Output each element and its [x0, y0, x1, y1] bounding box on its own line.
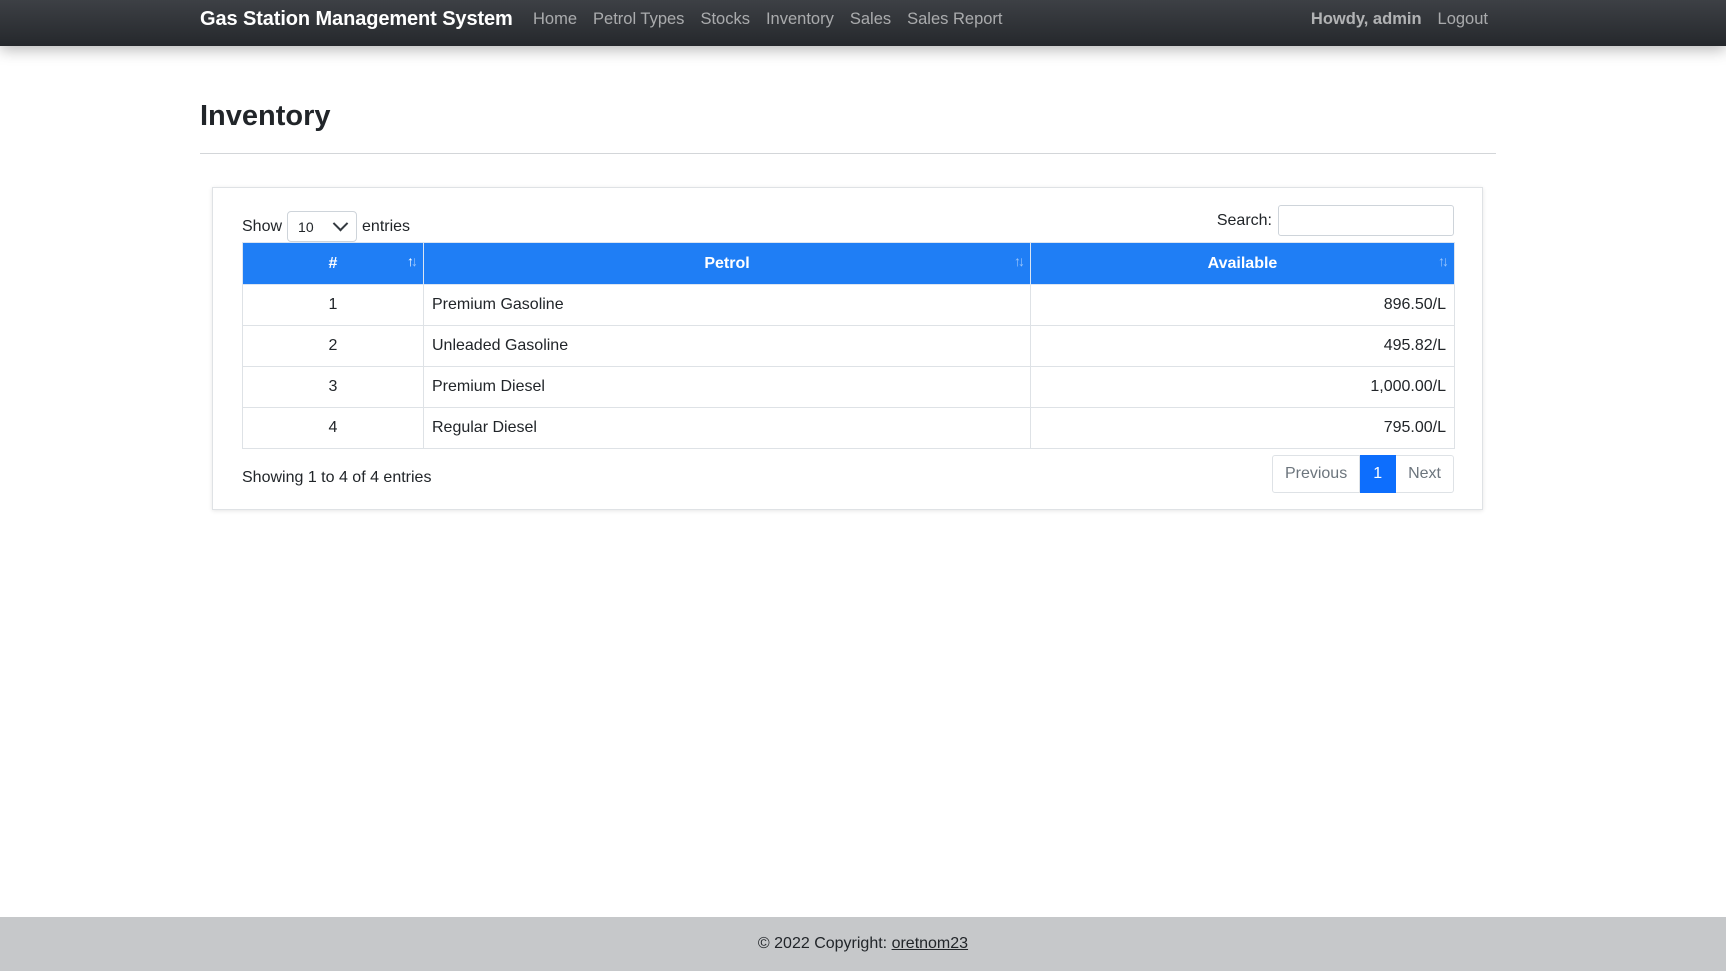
cell-petrol: Unleaded Gasoline: [423, 325, 1031, 367]
column-header-label: Available: [1207, 254, 1278, 272]
author-link[interactable]: oretnom23: [892, 935, 969, 952]
page-length-select[interactable]: 10: [287, 211, 358, 242]
column-header-petrol[interactable]: Petrol ↑↓: [423, 242, 1031, 285]
cell-petrol: Premium Gasoline: [423, 284, 1031, 326]
cell-number: 4: [242, 407, 424, 449]
copyright-text: © 2022 Copyright:: [757, 935, 892, 952]
nav-links: Home Petrol Types Stocks Inventory Sales…: [533, 0, 1019, 38]
column-header-available[interactable]: Available ↑↓: [1030, 242, 1455, 285]
nav-link-home[interactable]: Home: [533, 0, 577, 38]
table-row: 3 Premium Diesel 1,000.00/L: [242, 366, 1455, 408]
pagination-previous-button[interactable]: Previous: [1271, 455, 1361, 493]
nav-link-inventory[interactable]: Inventory: [766, 0, 834, 38]
title-divider: [200, 153, 1496, 154]
page-length-value: 10: [298, 218, 314, 235]
nav-link-sales[interactable]: Sales: [850, 0, 891, 38]
show-label: Show: [242, 217, 283, 235]
cell-petrol: Regular Diesel: [423, 407, 1031, 449]
table-row: 1 Premium Gasoline 896.50/L: [242, 284, 1455, 326]
column-header-label: Petrol: [704, 254, 750, 272]
page-length-control: Show 10 entries: [242, 211, 410, 242]
sort-icon: ↑↓: [1438, 253, 1449, 269]
cell-petrol: Premium Diesel: [423, 366, 1031, 408]
page-footer: © 2022 Copyright: oretnom23: [0, 917, 1726, 971]
brand-title[interactable]: Gas Station Management System: [200, 0, 513, 38]
user-greeting: Howdy, admin: [1310, 10, 1422, 28]
inventory-table: # ↑↓ Petrol ↑↓ Available ↑↓ 1 Premium Ga…: [242, 242, 1455, 449]
table-row: 2 Unleaded Gasoline 495.82/L: [242, 325, 1455, 367]
cell-available: 1,000.00/L: [1030, 366, 1455, 408]
cell-number: 2: [242, 325, 424, 367]
sort-icon: ↑↓: [407, 253, 418, 269]
cell-available: 896.50/L: [1030, 284, 1455, 326]
page-title: Inventory: [200, 100, 331, 132]
chevron-down-icon: [332, 215, 349, 232]
cell-available: 495.82/L: [1030, 325, 1455, 367]
search-input[interactable]: [1278, 205, 1454, 236]
sort-icon: ↑↓: [1014, 253, 1025, 269]
cell-number: 1: [242, 284, 424, 326]
nav-user-area: Howdy, admin Logout: [1311, 0, 1488, 38]
nav-link-stocks[interactable]: Stocks: [700, 0, 750, 38]
search-label: Search:: [1216, 211, 1272, 229]
table-info: Showing 1 to 4 of 4 entries: [242, 469, 432, 486]
logout-link[interactable]: Logout: [1438, 0, 1488, 38]
nav-link-sales-report[interactable]: Sales Report: [907, 0, 1002, 38]
pagination-next-button[interactable]: Next: [1396, 455, 1454, 493]
table-row: 4 Regular Diesel 795.00/L: [242, 407, 1455, 449]
pagination: Previous 1 Next: [1271, 455, 1454, 493]
inventory-card: Show 10 entries Search: # ↑↓ Petrol ↑↓ A…: [212, 187, 1483, 510]
table-header-row: # ↑↓ Petrol ↑↓ Available ↑↓: [242, 242, 1455, 285]
cell-available: 795.00/L: [1030, 407, 1455, 449]
column-header-label: #: [328, 254, 338, 272]
search-control: Search:: [1217, 205, 1454, 236]
column-header-number[interactable]: # ↑↓: [242, 242, 424, 285]
top-navbar: Gas Station Management System Home Petro…: [0, 0, 1726, 46]
nav-link-petrol-types[interactable]: Petrol Types: [593, 0, 684, 38]
cell-number: 3: [242, 366, 424, 408]
pagination-page-1-button[interactable]: 1: [1360, 455, 1397, 493]
entries-label: entries: [362, 217, 411, 235]
